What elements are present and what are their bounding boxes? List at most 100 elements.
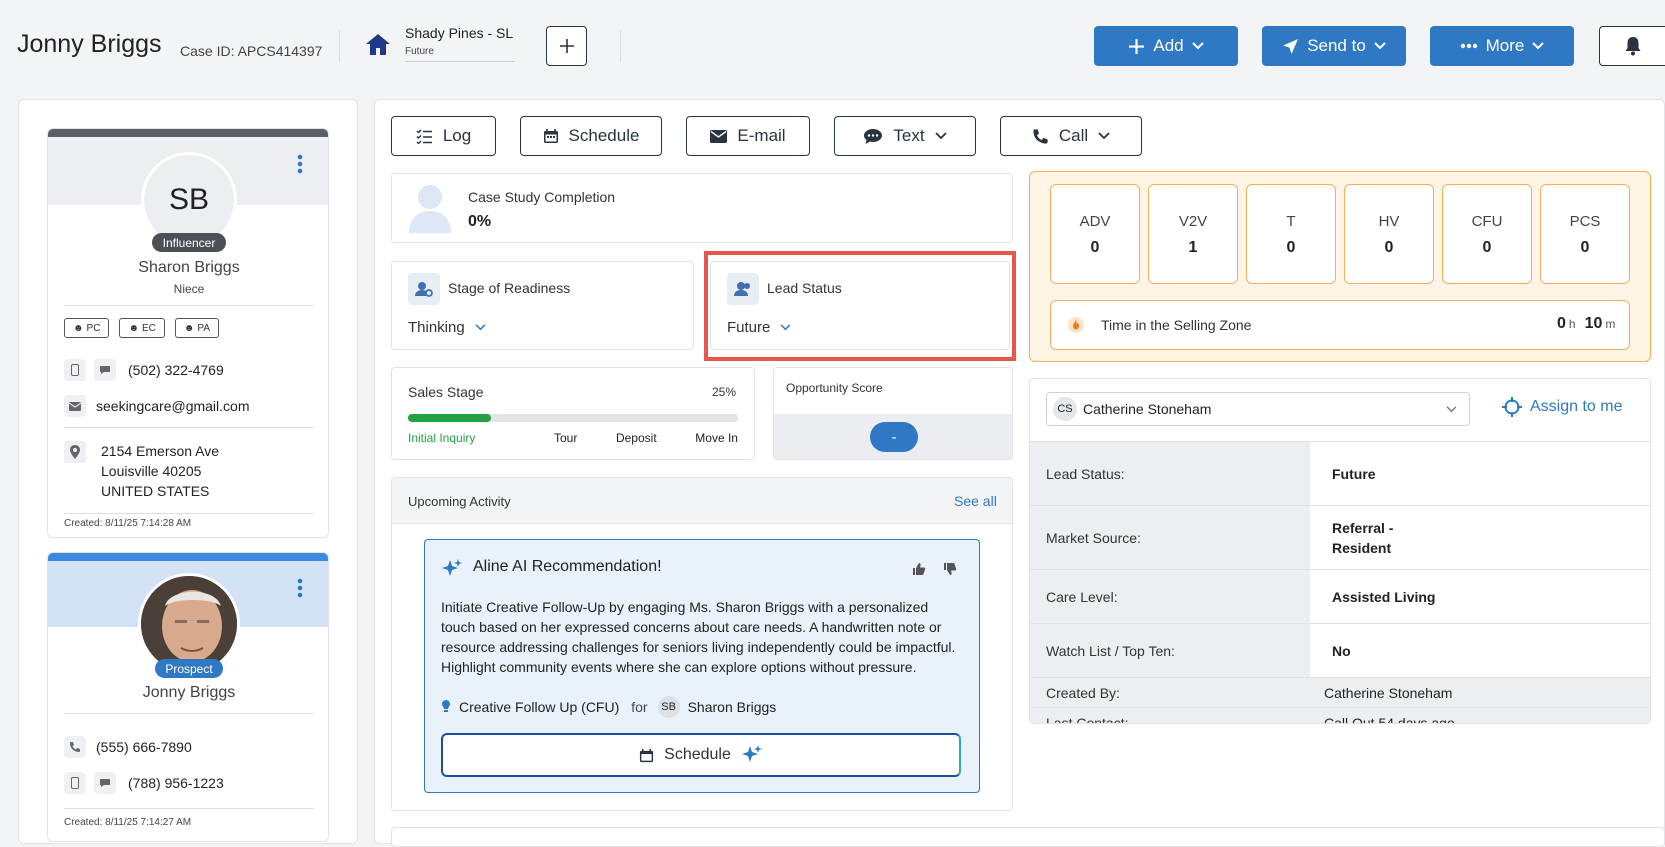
log-button[interactable]: Log bbox=[391, 116, 496, 156]
home-icon bbox=[365, 32, 391, 56]
detail-row: Last Contact: Call Out 54 days ago bbox=[1030, 707, 1650, 723]
add-label: Add bbox=[1153, 36, 1184, 55]
card-top-bar bbox=[48, 129, 328, 137]
lead-status-dropdown[interactable]: Future bbox=[727, 319, 791, 336]
phone-number[interactable]: (502) 322-4769 bbox=[128, 362, 224, 378]
chat-icon[interactable] bbox=[94, 359, 116, 381]
address-line: Louisville 40205 bbox=[101, 463, 202, 479]
sales-stage-label: Sales Stage bbox=[408, 384, 484, 400]
page-header: Jonny Briggs Case ID: APCS414397 Shady P… bbox=[0, 0, 1665, 95]
list-check-icon bbox=[416, 129, 432, 144]
mobile-icon[interactable] bbox=[64, 772, 86, 794]
person-silhouette-icon bbox=[407, 183, 453, 233]
kebab-menu-icon[interactable] bbox=[297, 154, 303, 174]
metric-box-v2v[interactable]: V2V 1 bbox=[1148, 184, 1238, 284]
address-line: UNITED STATES bbox=[101, 483, 210, 499]
phone-icon[interactable] bbox=[64, 736, 86, 758]
person-icon: ☻ bbox=[73, 322, 84, 334]
detail-value: Call Out 54 days ago bbox=[1324, 714, 1455, 724]
selling-zone-time: 0 h 10 m bbox=[1557, 315, 1615, 333]
detail-value: Assisted Living bbox=[1310, 570, 1650, 623]
avatar: CS bbox=[1053, 397, 1077, 421]
ai-title: Aline AI Recommendation! bbox=[473, 558, 662, 575]
minutes-unit: m bbox=[1605, 317, 1616, 331]
tag-pc[interactable]: ☻ PC bbox=[64, 318, 110, 338]
detail-key: Created By: bbox=[1046, 684, 1120, 701]
detail-value: Referral - Resident bbox=[1332, 519, 1394, 556]
add-community-button[interactable] bbox=[546, 26, 587, 66]
metric-box-t[interactable]: T0 bbox=[1246, 184, 1336, 284]
kebab-menu-icon[interactable] bbox=[297, 578, 303, 598]
metric-label: V2V bbox=[1178, 213, 1208, 230]
stage-dropdown[interactable]: Thinking bbox=[408, 319, 486, 336]
community-status: Future bbox=[405, 46, 515, 62]
person-icon: ☻ bbox=[128, 322, 139, 334]
sales-progress-track bbox=[408, 414, 738, 422]
add-button[interactable]: Add bbox=[1094, 26, 1238, 66]
sparkle-icon bbox=[741, 745, 762, 762]
opportunity-score-pill[interactable]: - bbox=[870, 422, 918, 452]
email-button[interactable]: E-mail bbox=[686, 116, 810, 156]
phone-number[interactable]: (555) 666-7890 bbox=[96, 739, 192, 755]
community-selector[interactable]: Shady Pines - SL Future bbox=[405, 25, 515, 62]
assignee-dropdown[interactable]: CS Catherine Stoneham bbox=[1046, 392, 1470, 426]
detail-row: Created By: Catherine Stoneham bbox=[1030, 677, 1650, 707]
step-label: Initial Inquiry bbox=[408, 431, 476, 445]
stage-label: Stage of Readiness bbox=[448, 280, 571, 296]
assign-to-me-button[interactable]: Assign to me bbox=[1502, 397, 1622, 417]
plus-icon bbox=[559, 39, 574, 53]
send-to-label: Send to bbox=[1307, 36, 1366, 55]
metric-box-pcs[interactable]: PCS 0 bbox=[1540, 184, 1630, 284]
stage-of-readiness-card: Stage of Readiness Thinking bbox=[391, 261, 694, 350]
divider bbox=[64, 513, 314, 514]
call-button[interactable]: Call bbox=[1000, 116, 1142, 156]
ai-activity-row: Creative Follow Up (CFU) for SB Sharon B… bbox=[441, 696, 776, 718]
thumbs-up-icon[interactable] bbox=[912, 562, 926, 576]
tag-ec[interactable]: ☻ EC bbox=[119, 318, 165, 338]
schedule-button[interactable]: Schedule bbox=[520, 116, 662, 156]
notifications-button[interactable] bbox=[1599, 26, 1665, 66]
for-label: for bbox=[631, 699, 648, 715]
step-label: Move In bbox=[695, 431, 738, 445]
metric-label: HV bbox=[1378, 213, 1400, 230]
phone-icon bbox=[1033, 128, 1048, 144]
metric-box-adv[interactable]: ADV 0 bbox=[1050, 184, 1140, 284]
case-id: Case ID: APCS414397 bbox=[180, 43, 323, 59]
fire-icon bbox=[1068, 316, 1084, 334]
metric-value: 0 bbox=[1580, 239, 1590, 256]
more-button[interactable]: More bbox=[1430, 26, 1574, 66]
detail-row: Watch List / Top Ten: No bbox=[1030, 623, 1650, 677]
upcoming-activity-card: Upcoming Activity See all Aline AI Recom… bbox=[391, 477, 1013, 811]
metric-value: 0 bbox=[1286, 239, 1296, 256]
tag-pa[interactable]: ☻ PA bbox=[174, 318, 220, 338]
see-all-link[interactable]: See all bbox=[954, 493, 997, 509]
detail-key: Lead Status: bbox=[1046, 465, 1125, 482]
metric-box-hv[interactable]: HV 0 bbox=[1344, 184, 1434, 284]
case-study-label: Case Study Completion bbox=[468, 189, 616, 205]
ai-schedule-button[interactable]: Schedule bbox=[441, 733, 961, 777]
created-date: Created: 8/11/25 7:14:28 AM bbox=[64, 518, 192, 529]
text-button[interactable]: Text bbox=[834, 116, 976, 156]
mobile-icon[interactable] bbox=[64, 359, 86, 381]
phone-number[interactable]: (788) 956-1223 bbox=[128, 775, 224, 791]
lead-status-label: Lead Status bbox=[767, 280, 842, 296]
sales-steps: Initial Inquiry Tour Deposit Move In bbox=[408, 431, 738, 445]
email-address[interactable]: seekingcare@gmail.com bbox=[96, 398, 250, 414]
more-label: More bbox=[1485, 36, 1525, 55]
metric-value: 1 bbox=[1188, 239, 1198, 256]
ai-text: Initiate Creative Follow-Up by engaging … bbox=[441, 599, 956, 675]
thumbs-down-icon[interactable] bbox=[943, 562, 957, 576]
send-to-button[interactable]: Send to bbox=[1262, 26, 1406, 66]
chevron-down-icon bbox=[1532, 42, 1545, 50]
metric-label: CFU bbox=[1471, 213, 1503, 230]
mail-icon bbox=[64, 395, 86, 417]
chat-icon[interactable] bbox=[94, 772, 116, 794]
detail-value: Catherine Stoneham bbox=[1324, 684, 1453, 701]
lead-status-card: Lead Status Future bbox=[710, 261, 1010, 350]
divider bbox=[620, 30, 621, 62]
contact-card-influencer: SB Influencer Sharon Briggs Niece ☻ PC ☻ E… bbox=[47, 128, 329, 538]
phone-row: (502) 322-4769 bbox=[64, 359, 224, 381]
opportunity-label: Opportunity Score bbox=[786, 381, 883, 395]
chevron-down-icon bbox=[1446, 406, 1457, 413]
metric-box-cfu[interactable]: CFU 0 bbox=[1442, 184, 1532, 284]
